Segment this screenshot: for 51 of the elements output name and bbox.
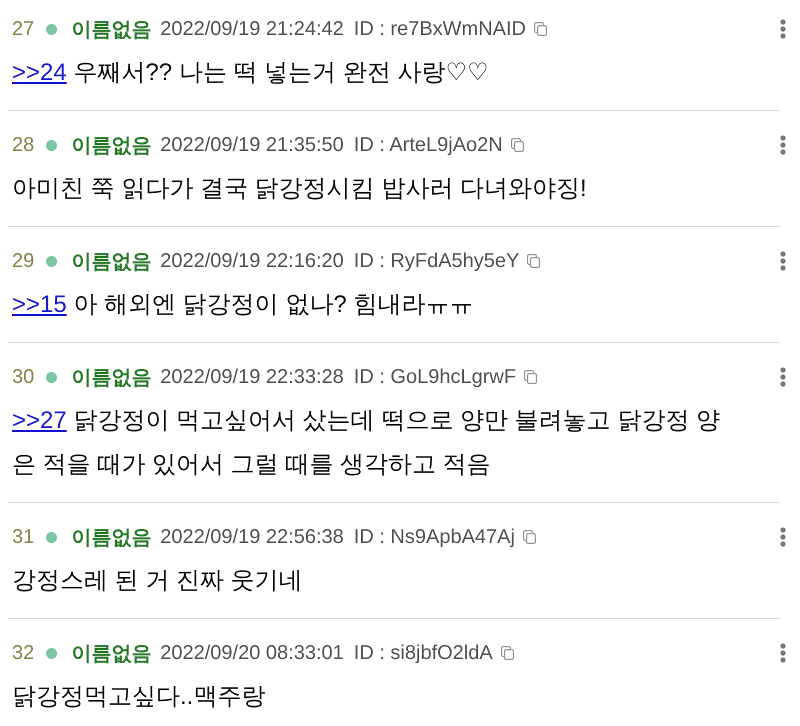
copy-icon[interactable] [534,22,548,36]
post-number: 29 [12,250,34,272]
more-options-icon[interactable] [780,19,786,39]
post-date: 2022/09/19 22:16:20 [160,250,344,272]
post-body: 닭강정먹고싶다..맥주랑 [12,682,266,712]
status-dot-icon [46,140,58,150]
status-dot-icon [46,256,58,266]
post-body: >>24 우째서?? 나는 떡 넣는거 완전 사랑♡♡ [12,58,490,88]
reply-link[interactable]: >>27 [12,407,67,434]
post-body: 강정스레 된 거 진짜 웃기네 [12,566,304,596]
status-dot-icon [46,532,58,542]
post-date: 2022/09/19 21:24:42 [160,18,344,40]
post-number: 32 [12,642,34,664]
author-name: 이름없음 [71,134,152,158]
more-options-icon[interactable] [780,367,786,387]
copy-icon[interactable] [524,370,538,384]
poster-id: ID : GoL9hcLgrwF [354,366,516,388]
copy-icon[interactable] [510,138,524,152]
author-name: 이름없음 [71,366,152,390]
post-body: 아미친 쭉 읽다가 결국 닭강정시킴 밥사러 다녀와야징! [12,174,588,204]
reply-link[interactable]: >>24 [12,59,67,86]
poster-id: ID : ArteL9jAo2N [354,134,503,156]
status-dot-icon [46,372,58,382]
post-number: 28 [12,134,34,156]
post-body: >>27 닭강정이 먹고싶어서 샀는데 떡으로 양만 불려놓고 닭강정 양은 적을 때가 있어서 그럴 때를 생각하고 적음 [12,406,722,480]
more-options-icon[interactable] [780,251,786,271]
more-options-icon[interactable] [780,135,786,155]
author-name: 이름없음 [71,18,152,42]
author-name: 이름없음 [71,642,152,666]
post-date: 2022/09/20 08:33:01 [160,642,344,664]
post-number: 30 [12,366,34,388]
author-name: 이름없음 [71,526,152,550]
post-number: 31 [12,526,34,548]
copy-icon[interactable] [500,646,514,660]
post-body: >>15 아 해외엔 닭강정이 없나? 힘내라ㅠㅠ [12,290,474,320]
poster-id: ID : Ns9ApbA47Aj [354,526,515,548]
post-date: 2022/09/19 22:56:38 [160,526,344,548]
copy-icon[interactable] [527,254,540,268]
poster-id: ID : si8jbfO2ldA [354,642,493,664]
post-number: 27 [12,18,34,40]
more-options-icon[interactable] [780,527,786,547]
reply-link[interactable]: >>15 [12,291,67,318]
more-options-icon[interactable] [780,643,786,663]
post-date: 2022/09/19 21:35:50 [160,134,344,156]
status-dot-icon [46,24,58,34]
post-date: 2022/09/19 22:33:28 [160,366,344,388]
author-name: 이름없음 [71,250,152,274]
copy-icon[interactable] [522,530,536,544]
poster-id: ID : re7BxWmNAID [354,18,526,40]
status-dot-icon [46,648,58,658]
poster-id: ID : RyFdA5hy5eY [354,250,520,272]
